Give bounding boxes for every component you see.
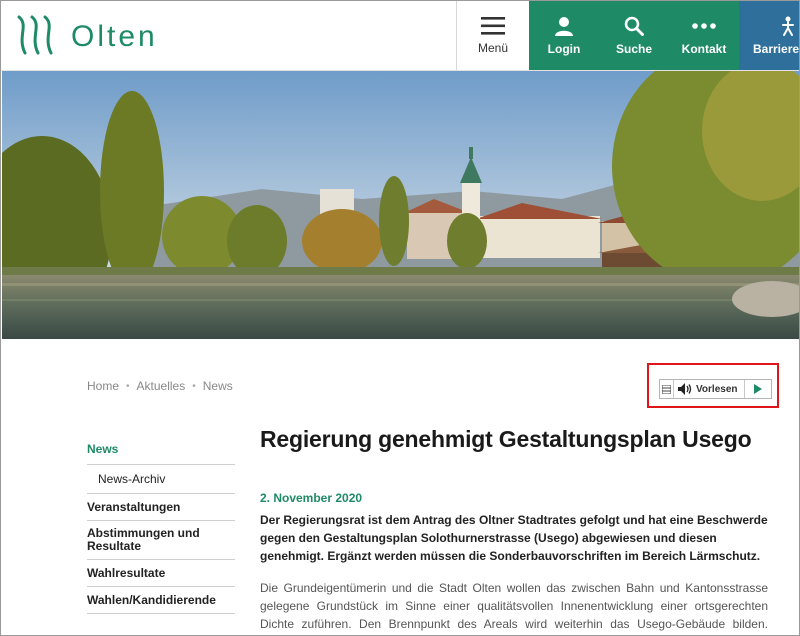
- logo-text: Olten: [71, 20, 158, 53]
- readspeaker-widget: Vorlesen: [659, 379, 772, 399]
- contact-label: Kontakt: [681, 41, 727, 56]
- search-label: Suche: [615, 41, 652, 56]
- sidebar-nav: News News-Archiv Veranstaltungen Abstimm…: [87, 438, 235, 614]
- menu-button[interactable]: Menü: [456, 1, 529, 70]
- olten-wave-logo-icon: [17, 15, 53, 55]
- menu-icon: [481, 16, 505, 35]
- play-icon: [753, 384, 762, 394]
- breadcrumb-separator: •: [192, 380, 196, 392]
- accessibility-icon: [782, 16, 794, 36]
- sidebar-item-news[interactable]: News: [87, 438, 235, 465]
- article: Regierung genehmigt Gestaltungsplan Useg…: [260, 426, 768, 635]
- site-header: Olten Menü Login Suche Kontakt Barriere: [1, 1, 800, 71]
- sidebar-item-abstimmungen[interactable]: Abstimmungen und Resultate: [87, 521, 235, 560]
- olten-riverside-photo: [2, 71, 799, 339]
- article-lead: Der Regierungsrat ist dem Antrag des Olt…: [260, 513, 768, 563]
- breadcrumb-separator: •: [126, 380, 130, 392]
- contact-button[interactable]: Kontakt: [669, 1, 739, 70]
- main-nav: Menü Login Suche Kontakt Barriere: [456, 1, 800, 70]
- search-icon: [624, 16, 644, 36]
- breadcrumb-news[interactable]: News: [203, 379, 233, 393]
- accessibility-label: Barrierefrei: [753, 41, 800, 56]
- accessibility-button[interactable]: Barrierefrei: [739, 1, 800, 70]
- readspeaker-label: Vorlesen: [696, 383, 738, 395]
- user-icon: [555, 16, 573, 36]
- sidebar-item-veranstaltungen[interactable]: Veranstaltungen: [87, 494, 235, 521]
- article-date: 2. November 2020: [260, 491, 363, 505]
- article-body: Die Grundeigentümerin und die Stadt Olte…: [260, 581, 768, 631]
- login-label: Login: [547, 41, 581, 56]
- readspeaker-play-button[interactable]: [745, 380, 771, 398]
- more-dots-icon: [692, 22, 716, 29]
- readspeaker-settings-button[interactable]: [660, 380, 674, 398]
- breadcrumb-home[interactable]: Home: [87, 379, 119, 393]
- site-logo[interactable]: Olten: [15, 11, 158, 59]
- login-button[interactable]: Login: [529, 1, 599, 70]
- browser-viewport: Olten Menü Login Suche Kontakt Barriere …: [0, 0, 800, 636]
- speaker-icon: [678, 383, 692, 395]
- page-title: Regierung genehmigt Gestaltungsplan Useg…: [260, 426, 752, 452]
- settings-grid-icon: [662, 384, 671, 394]
- menu-label: Menü: [477, 40, 509, 55]
- breadcrumb-aktuelles[interactable]: Aktuelles: [137, 379, 186, 393]
- sidebar-item-wahlresultate[interactable]: Wahlresultate: [87, 560, 235, 587]
- sidebar-item-wahlen-kandidierende[interactable]: Wahlen/Kandidierende: [87, 587, 235, 614]
- readspeaker-listen-button[interactable]: Vorlesen: [674, 380, 745, 398]
- breadcrumb: Home • Aktuelles • News: [87, 379, 233, 393]
- search-button[interactable]: Suche: [599, 1, 669, 70]
- sidebar-item-news-archiv[interactable]: News-Archiv: [87, 465, 235, 494]
- hero-image: [2, 71, 799, 339]
